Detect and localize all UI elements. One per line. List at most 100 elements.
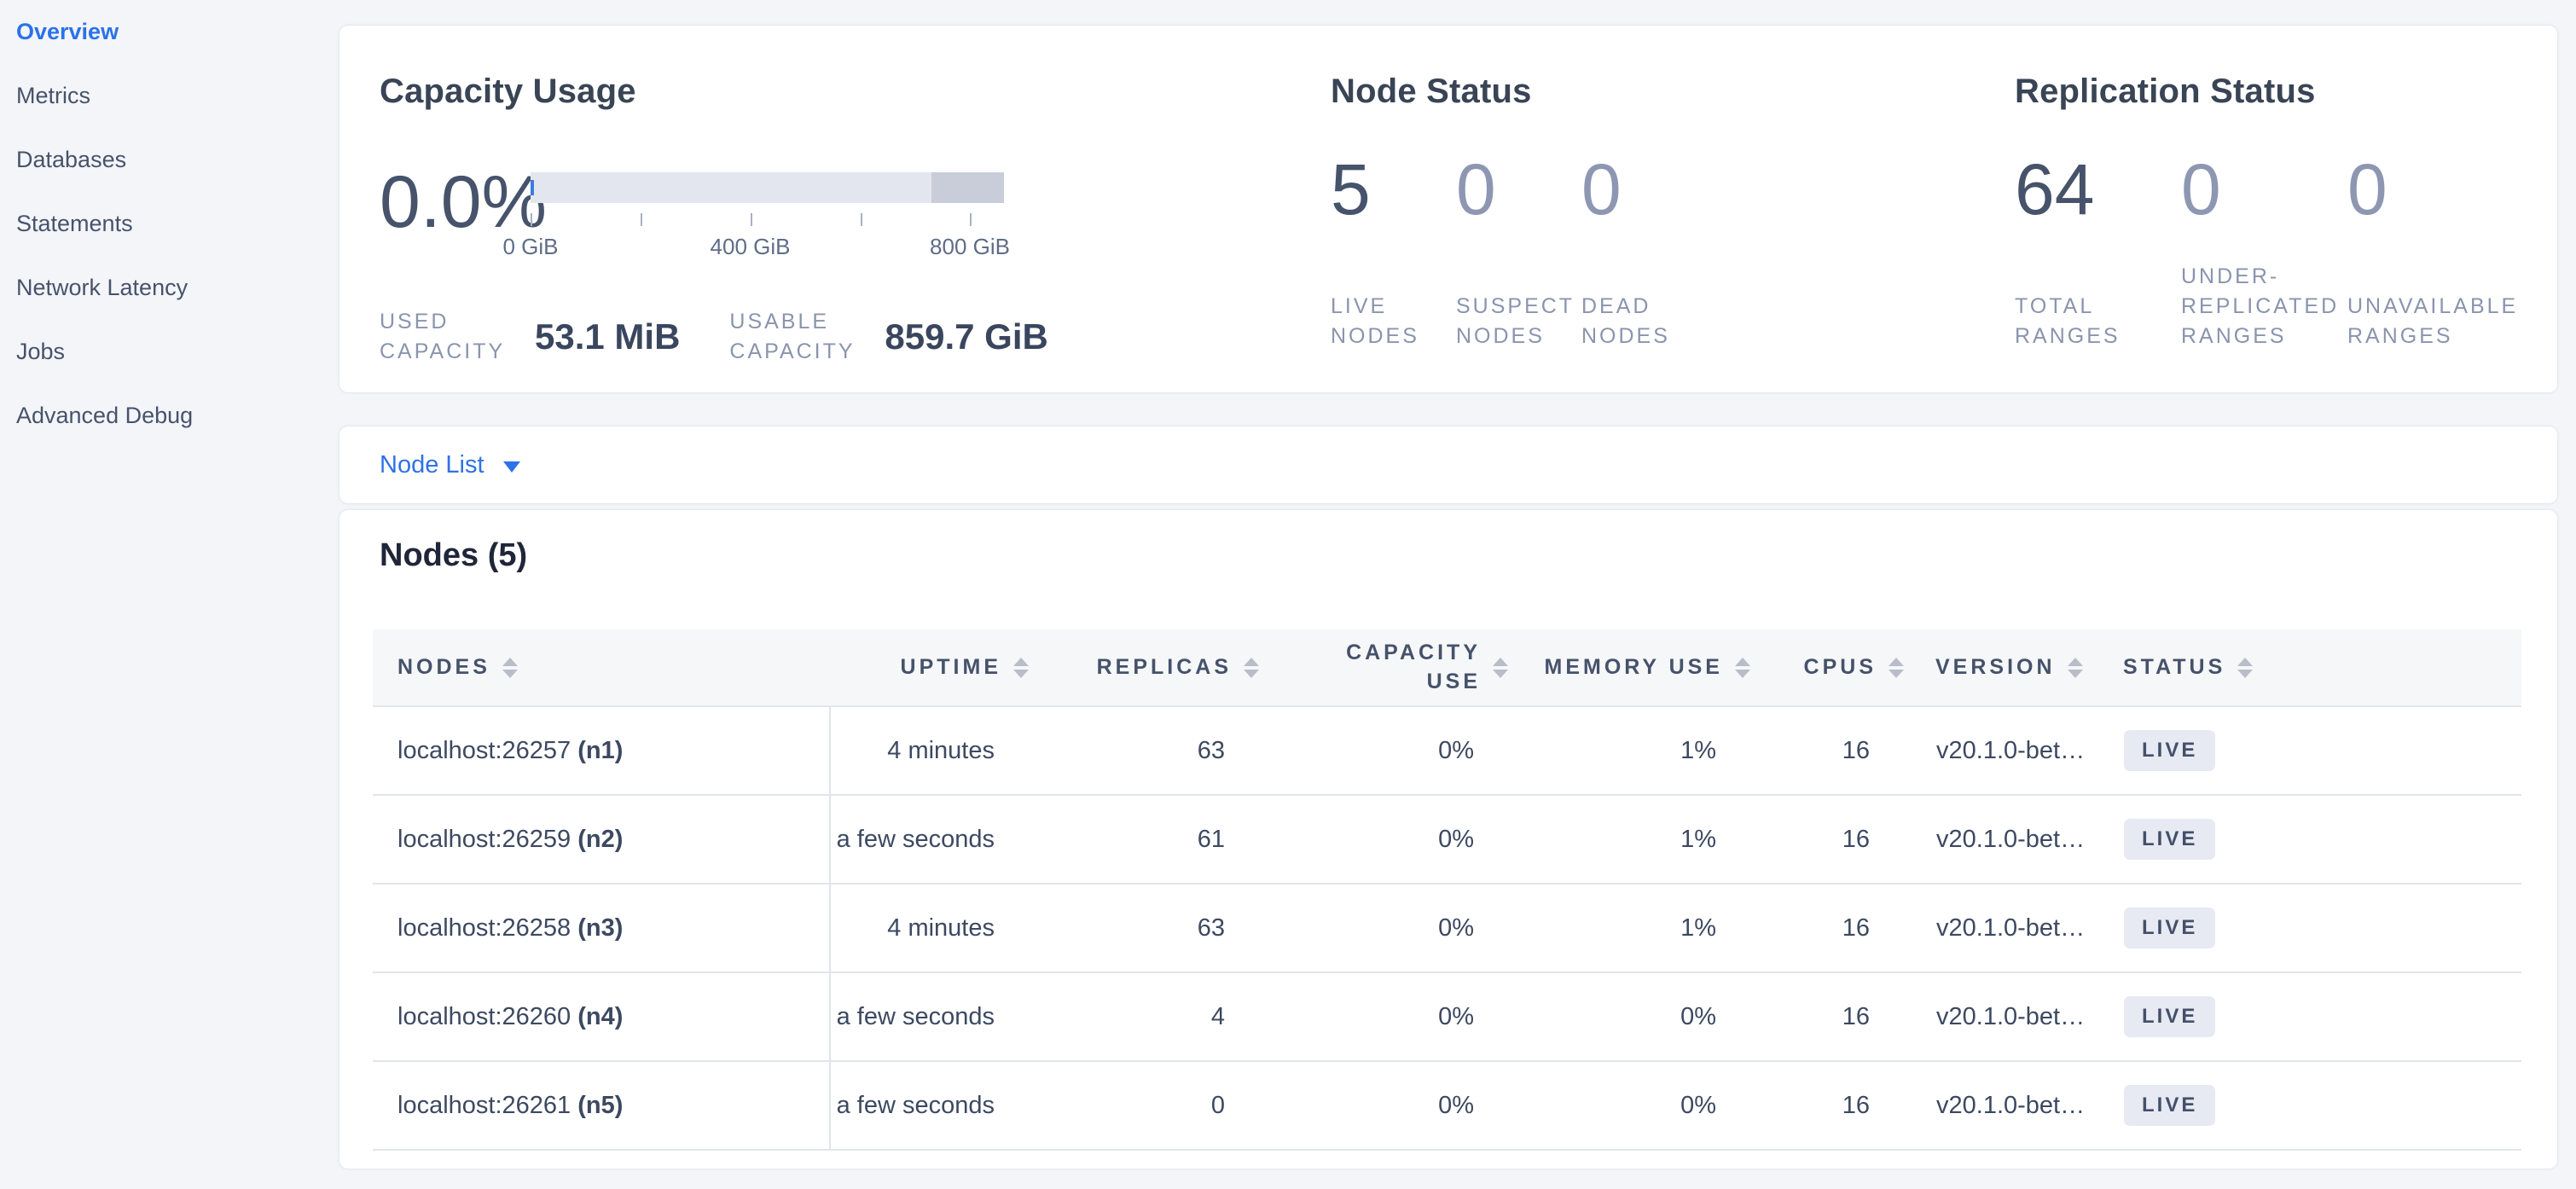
cell-capacity-use: 0% (1266, 706, 1515, 795)
cell-cpus: 16 (1757, 884, 1911, 972)
cell-node-address: localhost:26259 (n2) (373, 795, 830, 884)
capacity-usage-section: Capacity Usage 0.0% 0 GiB400 GiB800 GiB … (380, 26, 1326, 392)
cell-cpus: 16 (1757, 972, 1911, 1061)
cell-status: LIVE (2098, 1061, 2521, 1150)
cell-cpus: 16 (1757, 1061, 1911, 1150)
stat-suspect-nodes: 0 SUSPECT NODES (1456, 154, 1581, 351)
nodes-table-title: Nodes (5) (380, 537, 527, 574)
sort-down-arrow (1244, 670, 1259, 678)
sidebar-item-databases[interactable]: Databases (0, 128, 339, 192)
cell-replicas: 61 (1036, 795, 1266, 884)
sidebar-item-metrics[interactable]: Metrics (0, 64, 339, 128)
node-row[interactable]: localhost:26257 (n1)4 minutes630%1%16v20… (373, 706, 2521, 795)
stat-dead-nodes: 0DEAD NODES (1581, 154, 1707, 351)
column-header-inner: REPLICAS (1036, 655, 1266, 680)
sidebar-item-label: Databases (16, 147, 126, 173)
node-id: (n4) (577, 1003, 623, 1030)
capacity-stat-label: USABLE CAPACITY (729, 307, 866, 367)
node-id: (n5) (577, 1092, 623, 1119)
column-header-replicas[interactable]: REPLICAS (1036, 629, 1266, 706)
sidebar-item-statements[interactable]: Statements (0, 192, 339, 256)
capacity-stat-value: 859.7 GiB (885, 316, 1047, 357)
node-id: (n3) (577, 914, 623, 942)
cell-version: v20.1.0-bet… (1911, 884, 2098, 972)
column-header-cpus[interactable]: CPUS (1757, 629, 1911, 706)
capacity-stat-usable-capacity: USABLE CAPACITY 859.7 GiB (729, 307, 1097, 367)
cell-replicas: 0 (1036, 1061, 1266, 1150)
capacity-stats: USED CAPACITY53.1 MiBUSABLE CAPACITY 859.… (380, 307, 1098, 367)
stat-label: UNAVAILABLE RANGES (2347, 292, 2539, 351)
cell-uptime: a few seconds (830, 972, 1036, 1061)
cell-version: v20.1.0-bet… (1911, 706, 2098, 795)
table-body: localhost:26257 (n1)4 minutes630%1%16v20… (373, 706, 2521, 1150)
sort-up-arrow (2068, 658, 2083, 666)
replication-status-title: Replication Status (2015, 72, 2316, 111)
column-label: MEMORY USE (1545, 655, 1723, 680)
sidebar-item-label: Metrics (16, 83, 90, 109)
sidebar-item-overview[interactable]: Overview (0, 0, 339, 64)
cell-capacity-use: 0% (1266, 1061, 1515, 1150)
capacity-used-marker (531, 180, 534, 195)
column-header-version[interactable]: VERSION (1911, 629, 2098, 706)
stat-value: 0 (2181, 154, 2347, 225)
sort-icon (502, 658, 518, 678)
capacity-stat-value: 53.1 MiB (535, 316, 680, 357)
sidebar-item-label: Advanced Debug (16, 403, 193, 429)
node-address: localhost:26257 (397, 737, 577, 764)
cell-memory-use: 0% (1515, 1061, 1757, 1150)
sidebar-item-label: Network Latency (16, 275, 188, 301)
axis-tick (970, 213, 972, 226)
cell-version: v20.1.0-bet… (1911, 972, 2098, 1061)
node-address: localhost:26259 (397, 826, 577, 853)
node-row[interactable]: localhost:26261 (n5)a few seconds00%0%16… (373, 1061, 2521, 1150)
sort-down-arrow (2068, 670, 2083, 678)
cell-node-address: localhost:26257 (n1) (373, 706, 830, 795)
axis-tick-label: 400 GiB (711, 234, 791, 260)
node-row[interactable]: localhost:26258 (n3)4 minutes630%1%16v20… (373, 884, 2521, 972)
cell-replicas: 4 (1036, 972, 1266, 1061)
cell-node-address: localhost:26258 (n3) (373, 884, 830, 972)
column-header-nodes[interactable]: NODES (373, 629, 830, 706)
sidebar-item-advanced-debug[interactable]: Advanced Debug (0, 384, 339, 448)
node-id: (n1) (577, 737, 623, 764)
sort-icon (2237, 658, 2253, 678)
stat-live-nodes: 5LIVE NODES (1331, 154, 1456, 351)
capacity-bar-axis: 0 GiB400 GiB800 GiB (531, 203, 1004, 263)
sidebar-item-network-latency[interactable]: Network Latency (0, 256, 339, 320)
nodes-table: NODESUPTIMEREPLICAS CAPACITY USE MEMORY US… (373, 629, 2521, 1151)
stat-total-ranges: 64TOTAL RANGES (2015, 154, 2181, 351)
nodes-table-card: Nodes (5) NODESUPTIMEREPLICAS CAPACITY US… (339, 510, 2557, 1169)
node-list-dropdown-label: Node List (380, 451, 484, 479)
sidebar-item-jobs[interactable]: Jobs (0, 320, 339, 384)
column-header-memory-use[interactable]: MEMORY USE (1515, 629, 1757, 706)
column-header-status[interactable]: STATUS (2098, 629, 2521, 706)
column-label: CAPACITY USE (1344, 639, 1481, 697)
cell-node-address: localhost:26261 (n5) (373, 1061, 830, 1150)
replication-status-section: Replication Status 64TOTAL RANGES0UNDER-… (2015, 26, 2544, 392)
stat-label: SUSPECT NODES (1456, 292, 1563, 351)
node-address: localhost:26260 (397, 1003, 577, 1030)
node-row[interactable]: localhost:26259 (n2)a few seconds610%1%1… (373, 795, 2521, 884)
cell-status: LIVE (2098, 795, 2521, 884)
column-header-inner: CPUS (1757, 655, 1911, 680)
cell-cpus: 16 (1757, 795, 1911, 884)
stat-value: 0 (1456, 154, 1581, 225)
sidebar-nav-list: Overview Metrics Databases Statements Networ… (0, 0, 339, 448)
stat-value: 0 (1581, 154, 1707, 225)
node-id: (n2) (577, 826, 623, 853)
stat-label: TOTAL RANGES (2015, 292, 2177, 351)
cluster-summary-card: Capacity Usage 0.0% 0 GiB400 GiB800 GiB … (339, 26, 2557, 392)
sort-up-arrow (1735, 658, 1750, 666)
capacity-stat-used-capacity: USED CAPACITY53.1 MiB (380, 307, 729, 367)
sort-up-arrow (2237, 658, 2253, 666)
column-header-uptime[interactable]: UPTIME (830, 629, 1036, 706)
node-list-dropdown[interactable]: Node List (380, 426, 520, 503)
sidebar: Overview Metrics Databases Statements Networ… (0, 0, 339, 1189)
sort-up-arrow (1013, 658, 1029, 666)
node-row[interactable]: localhost:26260 (n4)a few seconds40%0%16… (373, 972, 2521, 1061)
sort-icon (1244, 658, 1259, 678)
column-header-capacity-use[interactable]: CAPACITY USE (1266, 629, 1515, 706)
sort-down-arrow (2237, 670, 2253, 678)
stat-under-replicated-ranges: 0UNDER-REPLICATED RANGES (2181, 154, 2347, 351)
status-badge: LIVE (2124, 819, 2215, 860)
